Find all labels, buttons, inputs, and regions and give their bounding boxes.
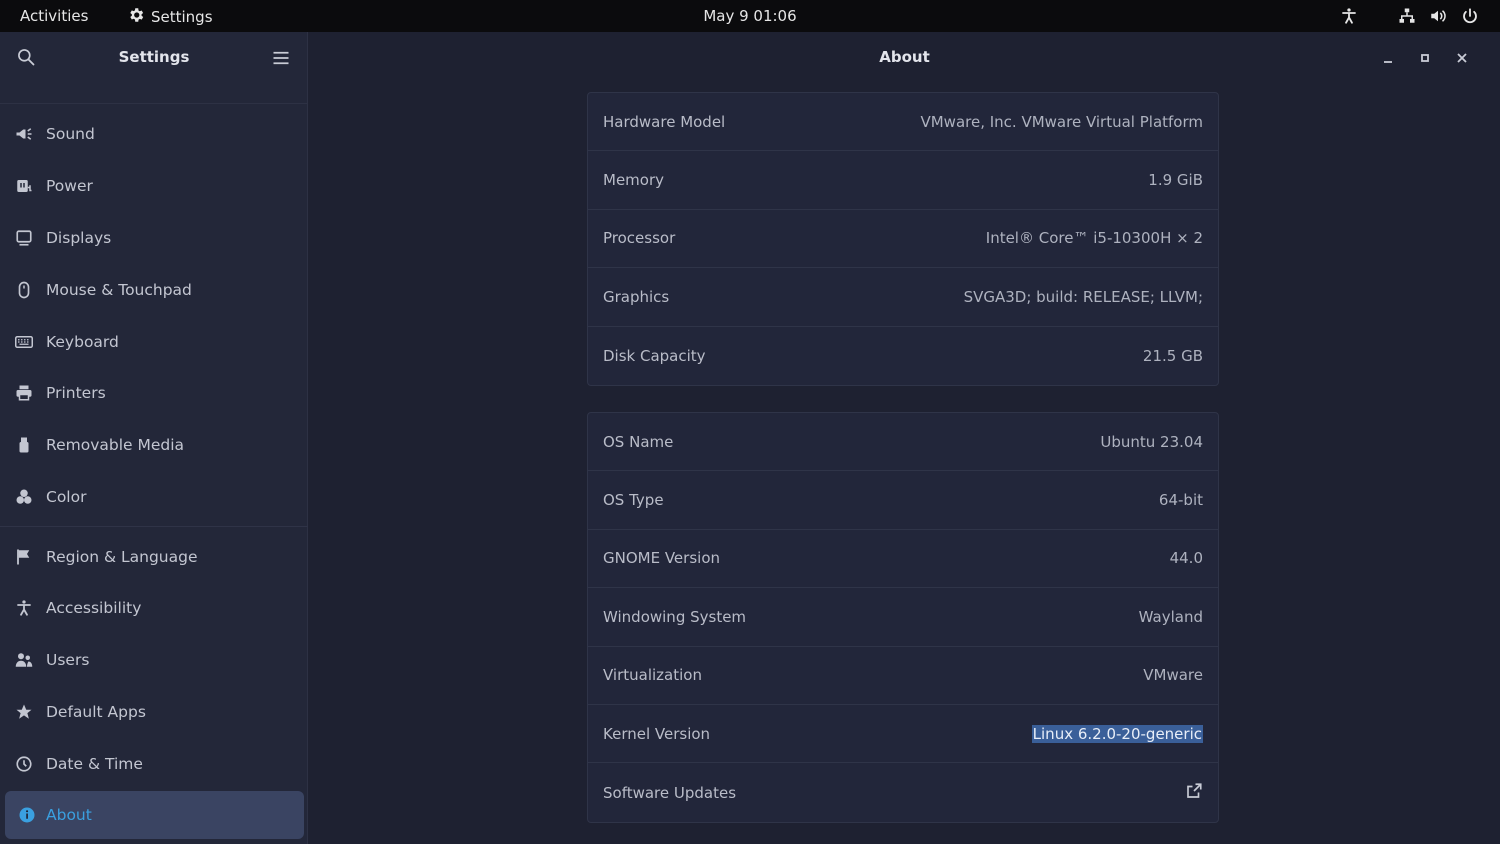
sidebar-item-power[interactable]: Power [0, 162, 308, 210]
sidebar-item-label: Removable Media [46, 436, 185, 454]
info-label: Graphics [603, 287, 670, 306]
info-row-os-type: OS Type 64-bit [588, 471, 1218, 530]
sidebar-item-label: Keyboard [46, 333, 119, 351]
info-label: Kernel Version [603, 724, 711, 743]
app-menu[interactable]: Settings [127, 6, 213, 28]
info-label: GNOME Version [603, 549, 720, 568]
info-label: Disk Capacity [603, 346, 706, 365]
info-icon [5, 806, 46, 824]
external-link-icon [1185, 782, 1203, 804]
sidebar-item-sound[interactable]: Sound [0, 110, 308, 158]
sidebar-title: Settings [118, 48, 190, 66]
sidebar-item-default-apps[interactable]: Default Apps [0, 688, 308, 736]
info-row-windowing-system: Windowing System Wayland [588, 588, 1218, 647]
sidebar-item-date-time[interactable]: Date & Time [0, 740, 308, 788]
usb-icon [0, 436, 46, 454]
info-row-kernel-version: Kernel Version Linux 6.2.0-20-generic [588, 705, 1218, 764]
sidebar-item-accessibility[interactable]: Accessibility [0, 584, 308, 632]
keyboard-icon [0, 333, 46, 351]
hardware-info-panel: Hardware Model VMware, Inc. VMware Virtu… [587, 92, 1219, 386]
sidebar-item-label: Power [46, 177, 93, 195]
info-label: OS Type [603, 491, 664, 510]
info-row-hardware-model: Hardware Model VMware, Inc. VMware Virtu… [588, 93, 1218, 152]
hamburger-menu-icon[interactable] [272, 49, 290, 71]
activities-button[interactable]: Activities [20, 7, 88, 25]
sidebar-item-keyboard[interactable]: Keyboard [0, 318, 308, 366]
info-label: Windowing System [603, 607, 747, 626]
sidebar-item-removable-media[interactable]: Removable Media [0, 421, 308, 469]
search-icon[interactable] [16, 47, 36, 71]
sidebar-item-label: Region & Language [46, 548, 198, 566]
clock-icon [0, 755, 46, 773]
sidebar-item-label: Sound [46, 125, 95, 143]
printer-icon [0, 384, 46, 402]
info-value[interactable]: 21.5 GB [1143, 347, 1203, 365]
sidebar-item-label: Date & Time [46, 755, 143, 773]
page-title: About [879, 48, 930, 66]
info-label: Processor [603, 229, 676, 248]
clock[interactable]: May 9 01:06 [703, 7, 796, 25]
star-icon [0, 703, 46, 721]
network-wired-icon[interactable] [1398, 6, 1416, 26]
sidebar-item-region-language[interactable]: Region & Language [0, 533, 308, 581]
sidebar-item-label: Users [46, 651, 90, 669]
mouse-icon [0, 281, 46, 299]
sidebar-item-color[interactable]: Color [0, 473, 308, 521]
info-value[interactable]: Ubuntu 23.04 [1100, 433, 1203, 451]
power-plug-icon [0, 177, 46, 195]
minimize-button[interactable] [1377, 47, 1399, 69]
software-info-panel: OS Name Ubuntu 23.04 OS Type 64-bit GNOM… [587, 412, 1219, 823]
sidebar-item-mouse-touchpad[interactable]: Mouse & Touchpad [0, 266, 308, 314]
info-value[interactable]: Intel® Core™ i5-10300H × 2 [986, 229, 1203, 247]
sidebar-item-label: Default Apps [46, 703, 146, 721]
users-icon [0, 651, 46, 669]
sidebar-item-displays[interactable]: Displays [0, 214, 308, 262]
color-icon [0, 488, 46, 506]
info-label: OS Name [603, 432, 674, 451]
info-row-memory: Memory 1.9 GiB [588, 151, 1218, 210]
sidebar-item-label: Printers [46, 384, 106, 402]
sidebar-header: Settings [0, 32, 307, 104]
info-value[interactable]: SVGA3D; build: RELEASE; LLVM; [964, 288, 1203, 306]
info-value[interactable]: 64-bit [1159, 491, 1203, 509]
sidebar-item-label: Accessibility [46, 599, 142, 617]
info-value[interactable]: 44.0 [1170, 549, 1203, 567]
info-row-gnome-version: GNOME Version 44.0 [588, 530, 1218, 589]
maximize-button[interactable] [1414, 47, 1436, 69]
sidebar-item-label: Mouse & Touchpad [46, 281, 192, 299]
info-value[interactable]: VMware [1143, 666, 1203, 684]
accessibility-tray-icon[interactable] [1340, 6, 1358, 26]
info-label: Software Updates [603, 783, 737, 802]
info-row-processor: Processor Intel® Core™ i5-10300H × 2 [588, 210, 1218, 269]
info-label: Memory [603, 171, 665, 190]
info-row-graphics: Graphics SVGA3D; build: RELEASE; LLVM; [588, 268, 1218, 327]
sidebar-item-label: About [46, 806, 92, 824]
sidebar-item-users[interactable]: Users [0, 636, 308, 684]
info-value[interactable]: 1.9 GiB [1148, 171, 1203, 189]
info-row-os-name: OS Name Ubuntu 23.04 [588, 413, 1218, 472]
info-value[interactable]: Wayland [1139, 608, 1203, 626]
info-value-selected[interactable]: Linux 6.2.0-20-generic [1031, 724, 1203, 743]
sidebar-divider [0, 526, 308, 527]
top-bar: Activities Settings May 9 01:06 [0, 0, 1500, 32]
accessibility-icon [0, 599, 46, 617]
info-label: Virtualization [603, 666, 702, 685]
sidebar-item-printers[interactable]: Printers [0, 369, 308, 417]
info-value[interactable]: VMware, Inc. VMware Virtual Platform [920, 113, 1203, 131]
sidebar-item-label: Displays [46, 229, 112, 247]
volume-icon[interactable] [1429, 6, 1447, 26]
gear-icon [127, 6, 145, 28]
sidebar-item-about[interactable]: About [5, 791, 304, 839]
info-row-disk-capacity: Disk Capacity 21.5 GB [588, 327, 1218, 385]
info-label: Hardware Model [603, 112, 726, 131]
software-updates-row[interactable]: Software Updates [588, 763, 1218, 821]
power-menu-icon[interactable] [1461, 6, 1479, 26]
info-row-virtualization: Virtualization VMware [588, 647, 1218, 705]
close-button[interactable] [1451, 47, 1473, 69]
app-menu-label: Settings [151, 8, 213, 26]
flag-icon [0, 548, 46, 566]
speaker-icon [0, 125, 46, 143]
display-icon [0, 229, 46, 247]
sidebar-item-label: Color [46, 488, 87, 506]
